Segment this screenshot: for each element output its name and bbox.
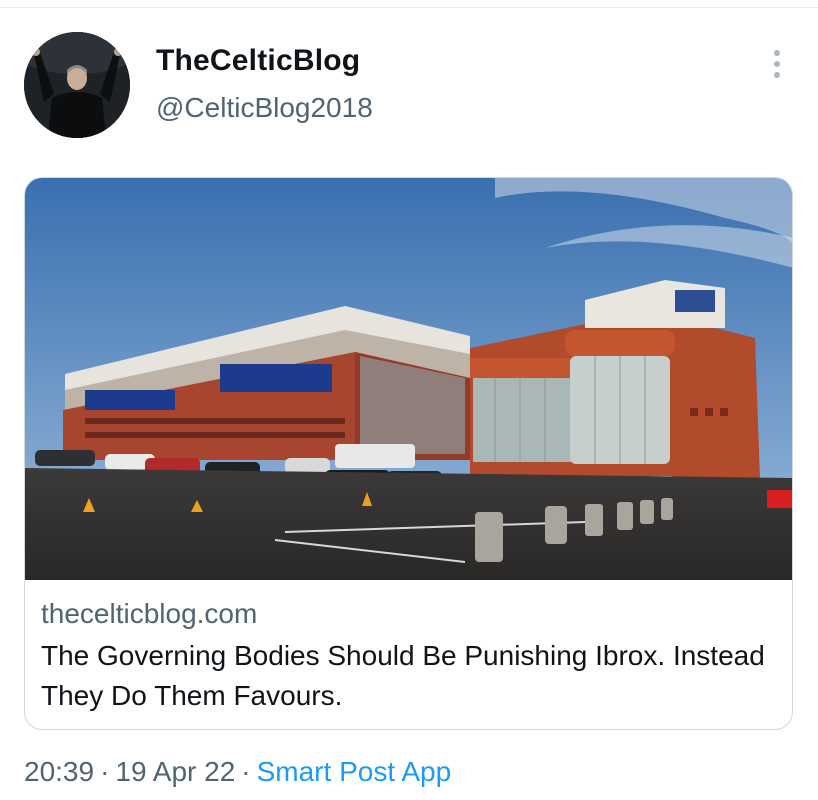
tweet-time[interactable]: 20:39 <box>24 756 94 787</box>
card-text: thecelticblog.com The Governing Bodies S… <box>41 596 776 716</box>
more-options-button[interactable] <box>762 44 792 84</box>
card-image <box>25 178 792 580</box>
card-title: The Governing Bodies Should Be Punishing… <box>41 640 765 711</box>
more-dot <box>774 61 780 67</box>
tweet-source-link[interactable]: Smart Post App <box>257 756 452 787</box>
separator: · <box>241 756 251 787</box>
user-handle[interactable]: @CelticBlog2018 <box>156 92 373 124</box>
more-vertical-icon <box>774 50 780 56</box>
tweet: TheCelticBlog @CelticBlog2018 thecelticb… <box>0 0 818 800</box>
more-dot <box>774 72 780 78</box>
tweet-date[interactable]: 19 Apr 22 <box>115 756 235 787</box>
separator: · <box>100 756 110 787</box>
avatar[interactable] <box>24 32 130 138</box>
avatar-photo <box>24 32 130 138</box>
link-card[interactable]: thecelticblog.com The Governing Bodies S… <box>24 177 793 730</box>
tweet-metadata: 20:39 · 19 Apr 22 · Smart Post App <box>24 756 451 788</box>
display-name[interactable]: TheCelticBlog <box>156 44 360 78</box>
card-domain: thecelticblog.com <box>41 598 258 629</box>
